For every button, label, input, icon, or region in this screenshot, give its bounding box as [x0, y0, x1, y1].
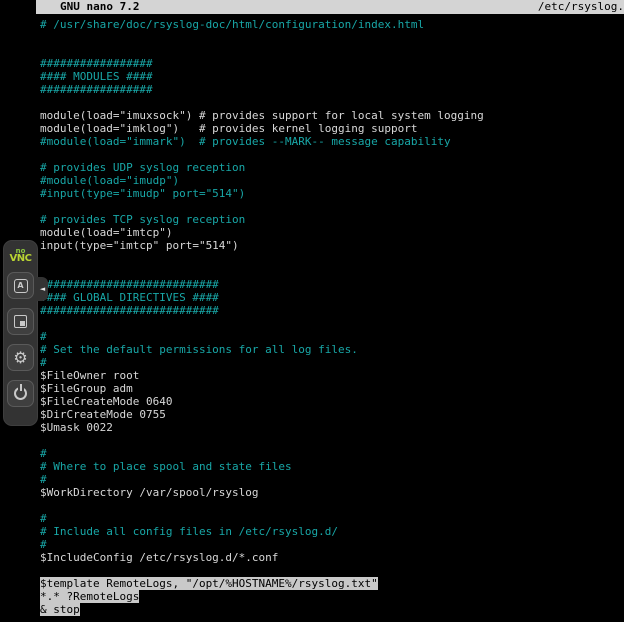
- terminal-line: #: [40, 447, 624, 460]
- terminal-line: module(load="imklog") # provides kernel …: [40, 122, 624, 135]
- selected-text: *.* ?RemoteLogs: [40, 590, 139, 603]
- fullscreen-icon: [14, 315, 27, 328]
- settings-button[interactable]: ⚙: [7, 344, 34, 371]
- terminal-line: ###########################: [40, 304, 624, 317]
- terminal-line: $IncludeConfig /etc/rsyslog.d/*.conf: [40, 551, 624, 564]
- terminal-line: & stop: [40, 603, 624, 616]
- terminal-line: [40, 252, 624, 265]
- terminal-line: # /usr/share/doc/rsyslog-doc/html/config…: [40, 18, 624, 31]
- terminal-line: $FileCreateMode 0640: [40, 395, 624, 408]
- terminal-line: [40, 148, 624, 161]
- clipboard-button[interactable]: A: [7, 272, 34, 299]
- terminal-line: module(load="imuxsock") # provides suppo…: [40, 109, 624, 122]
- novnc-control-bar: no VNC ◄ A ⚙: [3, 240, 38, 426]
- nano-filename-label: /etc/rsyslog.: [538, 0, 624, 14]
- selected-text: $template RemoteLogs, "/opt/%HOSTNAME%/r…: [40, 577, 378, 590]
- terminal-line: $WorkDirectory /var/spool/rsyslog: [40, 486, 624, 499]
- terminal-line: #### GLOBAL DIRECTIVES ####: [40, 291, 624, 304]
- fullscreen-button[interactable]: [7, 308, 34, 335]
- vnc-viewport: GNU nano 7.2 /etc/rsyslog. # /usr/share/…: [0, 0, 624, 622]
- terminal-line: [40, 44, 624, 57]
- terminal-line: # provides UDP syslog reception: [40, 161, 624, 174]
- terminal-line: [40, 317, 624, 330]
- power-button[interactable]: [7, 380, 34, 407]
- terminal-line: # provides TCP syslog reception: [40, 213, 624, 226]
- terminal-line: #: [40, 473, 624, 486]
- nano-titlebar: GNU nano 7.2 /etc/rsyslog.: [36, 0, 624, 14]
- terminal-line: # Include all config files in /etc/rsysl…: [40, 525, 624, 538]
- terminal-line: $template RemoteLogs, "/opt/%HOSTNAME%/r…: [40, 577, 624, 590]
- terminal-line: [40, 265, 624, 278]
- clipboard-icon: A: [14, 279, 28, 293]
- terminal-line: #################: [40, 57, 624, 70]
- terminal-line: #: [40, 330, 624, 343]
- terminal-line: [40, 499, 624, 512]
- terminal-line: #: [40, 356, 624, 369]
- power-icon: [14, 387, 27, 400]
- editor-buffer[interactable]: # /usr/share/doc/rsyslog-doc/html/config…: [36, 14, 624, 616]
- terminal-line: [40, 31, 624, 44]
- novnc-logo: no VNC: [10, 247, 32, 263]
- selected-text: & stop: [40, 603, 80, 616]
- novnc-logo-bottom: VNC: [10, 255, 32, 263]
- terminal-line: #### MODULES ####: [40, 70, 624, 83]
- terminal-line: [40, 564, 624, 577]
- terminal-line: $FileOwner root: [40, 369, 624, 382]
- terminal-line: # Set the default permissions for all lo…: [40, 343, 624, 356]
- terminal-line: #input(type="imudp" port="514"): [40, 187, 624, 200]
- terminal-line: # Where to place spool and state files: [40, 460, 624, 473]
- terminal-line: $DirCreateMode 0755: [40, 408, 624, 421]
- gear-icon: ⚙: [13, 350, 27, 366]
- terminal-line: #module(load="immark") # provides --MARK…: [40, 135, 624, 148]
- terminal-line: ###########################: [40, 278, 624, 291]
- terminal-line: *.* ?RemoteLogs: [40, 590, 624, 603]
- terminal-line: #module(load="imudp"): [40, 174, 624, 187]
- terminal-line: $Umask 0022: [40, 421, 624, 434]
- terminal-line: #: [40, 538, 624, 551]
- control-bar-handle[interactable]: ◄: [37, 277, 48, 301]
- terminal-line: [40, 200, 624, 213]
- terminal-line: $FileGroup adm: [40, 382, 624, 395]
- collapse-arrow-icon: ◄: [40, 285, 45, 293]
- terminal-line: #################: [40, 83, 624, 96]
- terminal-line: #: [40, 512, 624, 525]
- terminal-line: [40, 96, 624, 109]
- nano-version-label: GNU nano 7.2: [60, 0, 139, 14]
- terminal-line: input(type="imtcp" port="514"): [40, 239, 624, 252]
- terminal-window[interactable]: GNU nano 7.2 /etc/rsyslog. # /usr/share/…: [36, 0, 624, 622]
- terminal-line: [40, 434, 624, 447]
- terminal-line: module(load="imtcp"): [40, 226, 624, 239]
